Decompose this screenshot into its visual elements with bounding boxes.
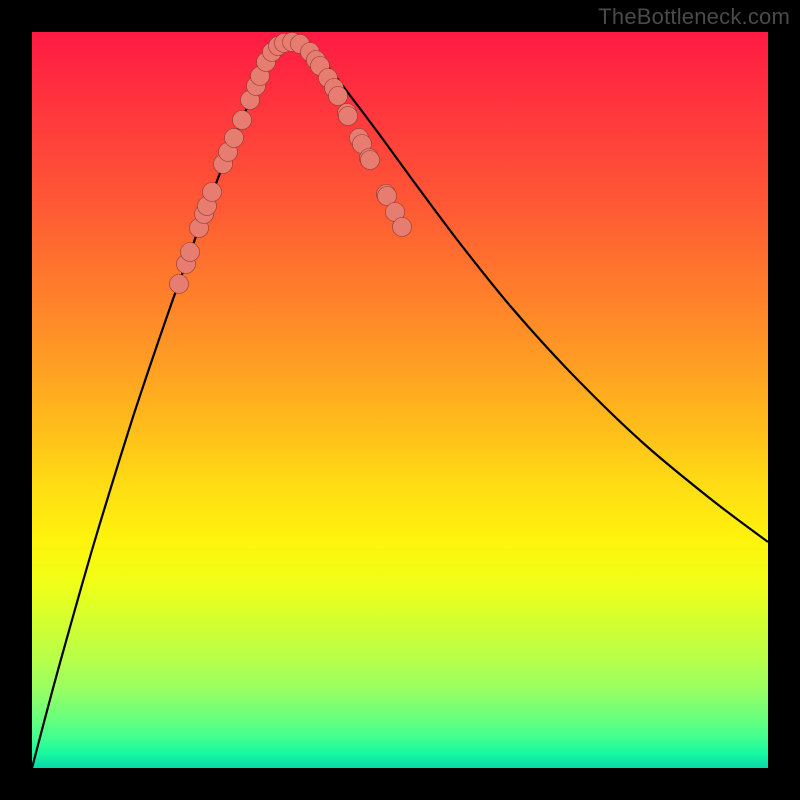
chart-frame: TheBottleneck.com: [0, 0, 800, 800]
data-dot: [170, 275, 189, 294]
data-dot: [181, 243, 200, 262]
data-dot: [393, 218, 412, 237]
chart-svg: [32, 32, 768, 768]
watermark-label: TheBottleneck.com: [598, 4, 790, 30]
data-dot: [203, 183, 222, 202]
data-dot: [361, 151, 380, 170]
bottleneck-curve: [32, 42, 768, 768]
data-dot: [329, 87, 348, 106]
plot-area: [32, 32, 768, 768]
data-dot: [233, 111, 252, 130]
data-dots: [170, 33, 412, 294]
data-dot: [339, 107, 358, 126]
data-dot: [225, 129, 244, 148]
